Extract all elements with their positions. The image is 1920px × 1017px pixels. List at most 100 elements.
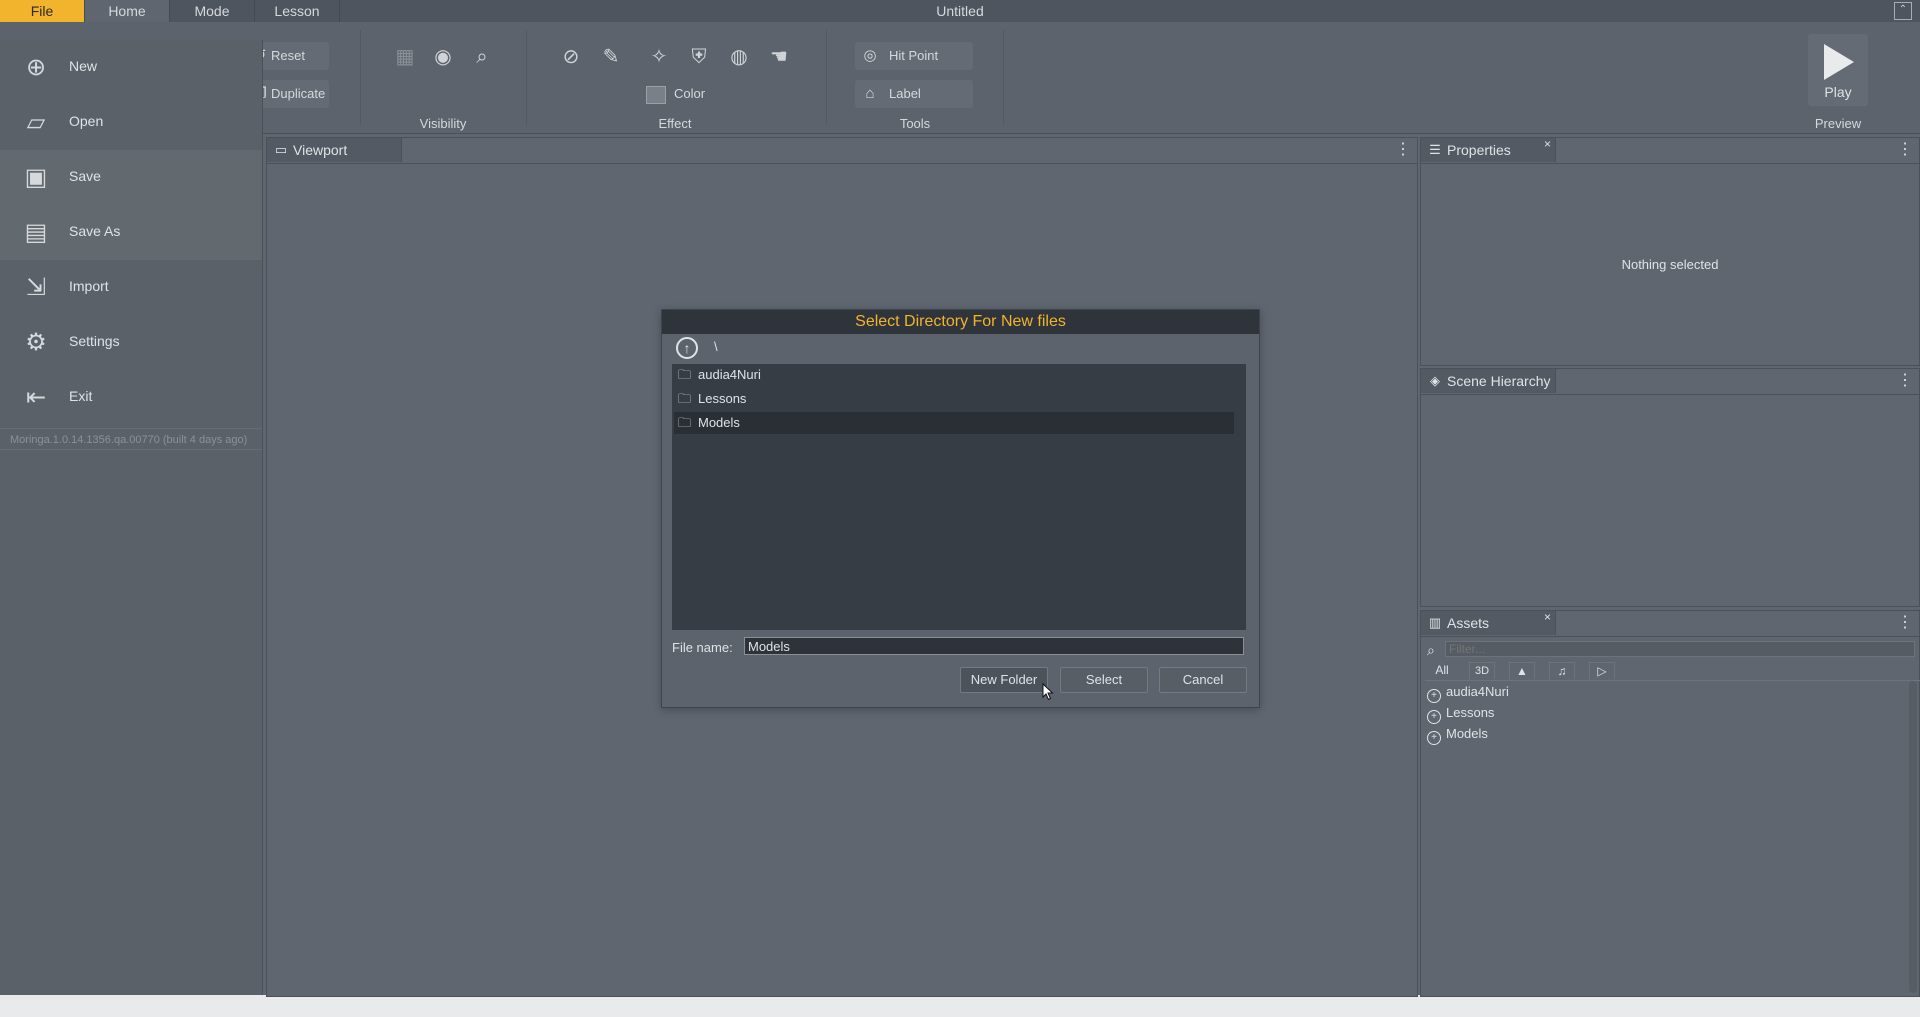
window-title: Untitled [936, 3, 984, 19]
menu-item-import[interactable]: ⇲ Import [0, 260, 262, 315]
no-effect-icon[interactable]: ⊘ [556, 42, 586, 72]
save-as-icon: ▤ [24, 219, 48, 246]
palette-icon[interactable]: ◍ [724, 42, 754, 72]
folder-icon: 🗀 [678, 391, 692, 406]
filter-3d-tab[interactable]: 3D [1469, 662, 1495, 679]
asset-item[interactable]: + Models [1427, 724, 1488, 745]
up-directory-icon[interactable]: ↑ [676, 337, 698, 359]
folder-item[interactable]: 🗀 Lessons [674, 388, 1234, 410]
ribbon-separator [1003, 30, 1004, 125]
eye-icon[interactable]: ◉ [428, 42, 458, 72]
hit-point-icon: ◎ [863, 47, 877, 64]
assets-scrollbar[interactable] [1909, 681, 1917, 993]
new-file-icon: ⊕ [25, 54, 47, 81]
monitor-icon: ▭ [274, 142, 288, 157]
filter-image-icon[interactable]: ▲ [1509, 662, 1535, 679]
new-folder-button[interactable]: New Folder [960, 667, 1048, 693]
expand-icon[interactable]: + [1427, 731, 1441, 745]
search-icon: ⌕ [1427, 642, 1435, 658]
viewport-tab-bar [267, 138, 1417, 164]
folder-icon: 🗀 [678, 367, 692, 382]
tab-scene-hierarchy[interactable]: ◈ Scene Hierarchy [1421, 369, 1556, 393]
label-button[interactable]: ⌂ Label [855, 80, 973, 108]
viewport-more-icon[interactable]: ⋮ [1395, 142, 1411, 158]
assets-type-tabs: All 3D ▲ ♫ ▷ [1425, 662, 1920, 681]
import-icon: ⇲ [25, 274, 47, 301]
tab-lesson[interactable]: Lesson [255, 0, 340, 22]
menu-item-open[interactable]: ▱ Open [0, 95, 262, 150]
assets-filter: ⌕ [1425, 641, 1920, 659]
expand-icon[interactable]: + [1427, 689, 1441, 703]
tab-mode[interactable]: Mode [170, 0, 255, 22]
properties-icon: ☰ [1429, 142, 1441, 157]
filter-video-icon[interactable]: ▷ [1589, 662, 1615, 679]
expand-icon[interactable]: + [1427, 710, 1441, 724]
menu-item-settings[interactable]: ⚙ Settings [0, 315, 262, 370]
tab-file[interactable]: File [0, 0, 85, 22]
save-icon: ▣ [24, 164, 48, 191]
folder-item-selected[interactable]: 🗀 Models [674, 412, 1234, 434]
ribbon-toolbar: ↺ Reset ❐ Duplicate ▦ ◉ ⌕ Visibility ⊘ ✎… [0, 22, 1920, 134]
gear-icon: ⚙ [25, 329, 47, 356]
scene-hierarchy-panel: ◈ Scene Hierarchy ⋮ [1420, 368, 1920, 607]
preview-group-label: Preview [1814, 116, 1862, 131]
app-window: File Home Mode Lesson Untitled ⌃ ↺ Reset… [0, 0, 1920, 997]
assets-more-icon[interactable]: ⋮ [1897, 615, 1913, 631]
tag-icon: ⌂ [865, 85, 875, 102]
restore-window-icon[interactable]: ⌃ [1894, 2, 1912, 20]
dialog-title: Select Directory For New files [662, 310, 1259, 334]
properties-panel: ☰ Properties × ⋮ Nothing selected [1420, 137, 1920, 366]
folder-icon: 🗀 [678, 415, 692, 430]
menu-bar: File Home Mode Lesson Untitled ⌃ [0, 0, 1920, 22]
file-name-input[interactable] [744, 637, 1244, 655]
nothing-selected-text: Nothing selected [1621, 257, 1719, 272]
color-button[interactable]: Color [640, 80, 730, 108]
file-name-label: File name: [672, 640, 733, 655]
assets-panel: ▥ Assets × ⋮ ⌕ All 3D ▲ ♫ ▷ +audia4Nuri … [1420, 610, 1920, 997]
folder-item[interactable]: 🗀 audia4Nuri [674, 364, 1234, 386]
highlight-icon[interactable]: ✎ [596, 42, 626, 72]
cancel-button[interactable]: Cancel [1159, 667, 1247, 693]
select-button[interactable]: Select [1060, 667, 1148, 693]
xray-icon[interactable]: ⛨ [684, 42, 714, 72]
menu-item-save-as[interactable]: ▤ Save As [0, 205, 262, 260]
hand-icon[interactable]: ☚ [764, 42, 794, 72]
asset-item[interactable]: + audia4Nuri [1427, 682, 1509, 703]
scene-hierarchy-more-icon[interactable]: ⋮ [1897, 373, 1913, 389]
ribbon-separator [826, 30, 827, 125]
effect-group-label: Effect [658, 116, 692, 131]
play-button[interactable]: Play [1808, 34, 1868, 106]
visibility-group-label: Visibility [419, 116, 467, 131]
menu-item-new[interactable]: ⊕ New [0, 40, 262, 95]
dialog-path-bar: ↑ \ [672, 336, 1246, 362]
sparkle-icon[interactable]: ✧ [644, 42, 674, 72]
close-icon[interactable]: × [1544, 605, 1551, 629]
ribbon-separator [360, 30, 361, 125]
current-path: \ [714, 339, 718, 354]
grid-icon[interactable]: ▦ [390, 42, 420, 72]
tab-viewport[interactable]: ▭ Viewport [267, 138, 402, 162]
menu-item-save[interactable]: ▣ Save [0, 150, 262, 205]
filter-all-tab[interactable]: All [1425, 662, 1459, 679]
version-text: Moringa.1.0.14.1356.qa.00770 (built 4 da… [0, 428, 262, 450]
menu-item-exit[interactable]: ⇤ Exit [0, 370, 262, 425]
tab-properties[interactable]: ☰ Properties × [1421, 137, 1556, 162]
layers-icon: ◈ [1430, 373, 1440, 388]
exit-icon: ⇤ [25, 384, 47, 411]
properties-more-icon[interactable]: ⋮ [1897, 142, 1913, 158]
assets-filter-input[interactable] [1445, 641, 1915, 657]
tab-assets[interactable]: ▥ Assets × [1421, 610, 1556, 635]
hit-point-button[interactable]: ◎ Hit Point [855, 42, 973, 70]
book-icon: ▥ [1428, 615, 1442, 630]
search-icon[interactable]: ⌕ [467, 42, 497, 72]
filter-audio-icon[interactable]: ♫ [1549, 662, 1575, 679]
asset-item[interactable]: + Lessons [1427, 703, 1494, 724]
folder-list: 🗀 audia4Nuri 🗀 Lessons 🗀 Models [672, 364, 1246, 630]
color-swatch [646, 86, 666, 104]
file-menu: ⊕ New ▱ Open ▣ Save ▤ Save As ⇲ Import ⚙… [0, 40, 263, 995]
folder-open-icon: ▱ [26, 109, 46, 136]
tools-group-label: Tools [899, 116, 931, 131]
mouse-cursor-icon [1042, 683, 1054, 701]
close-icon[interactable]: × [1544, 132, 1551, 156]
tab-home[interactable]: Home [85, 0, 170, 22]
